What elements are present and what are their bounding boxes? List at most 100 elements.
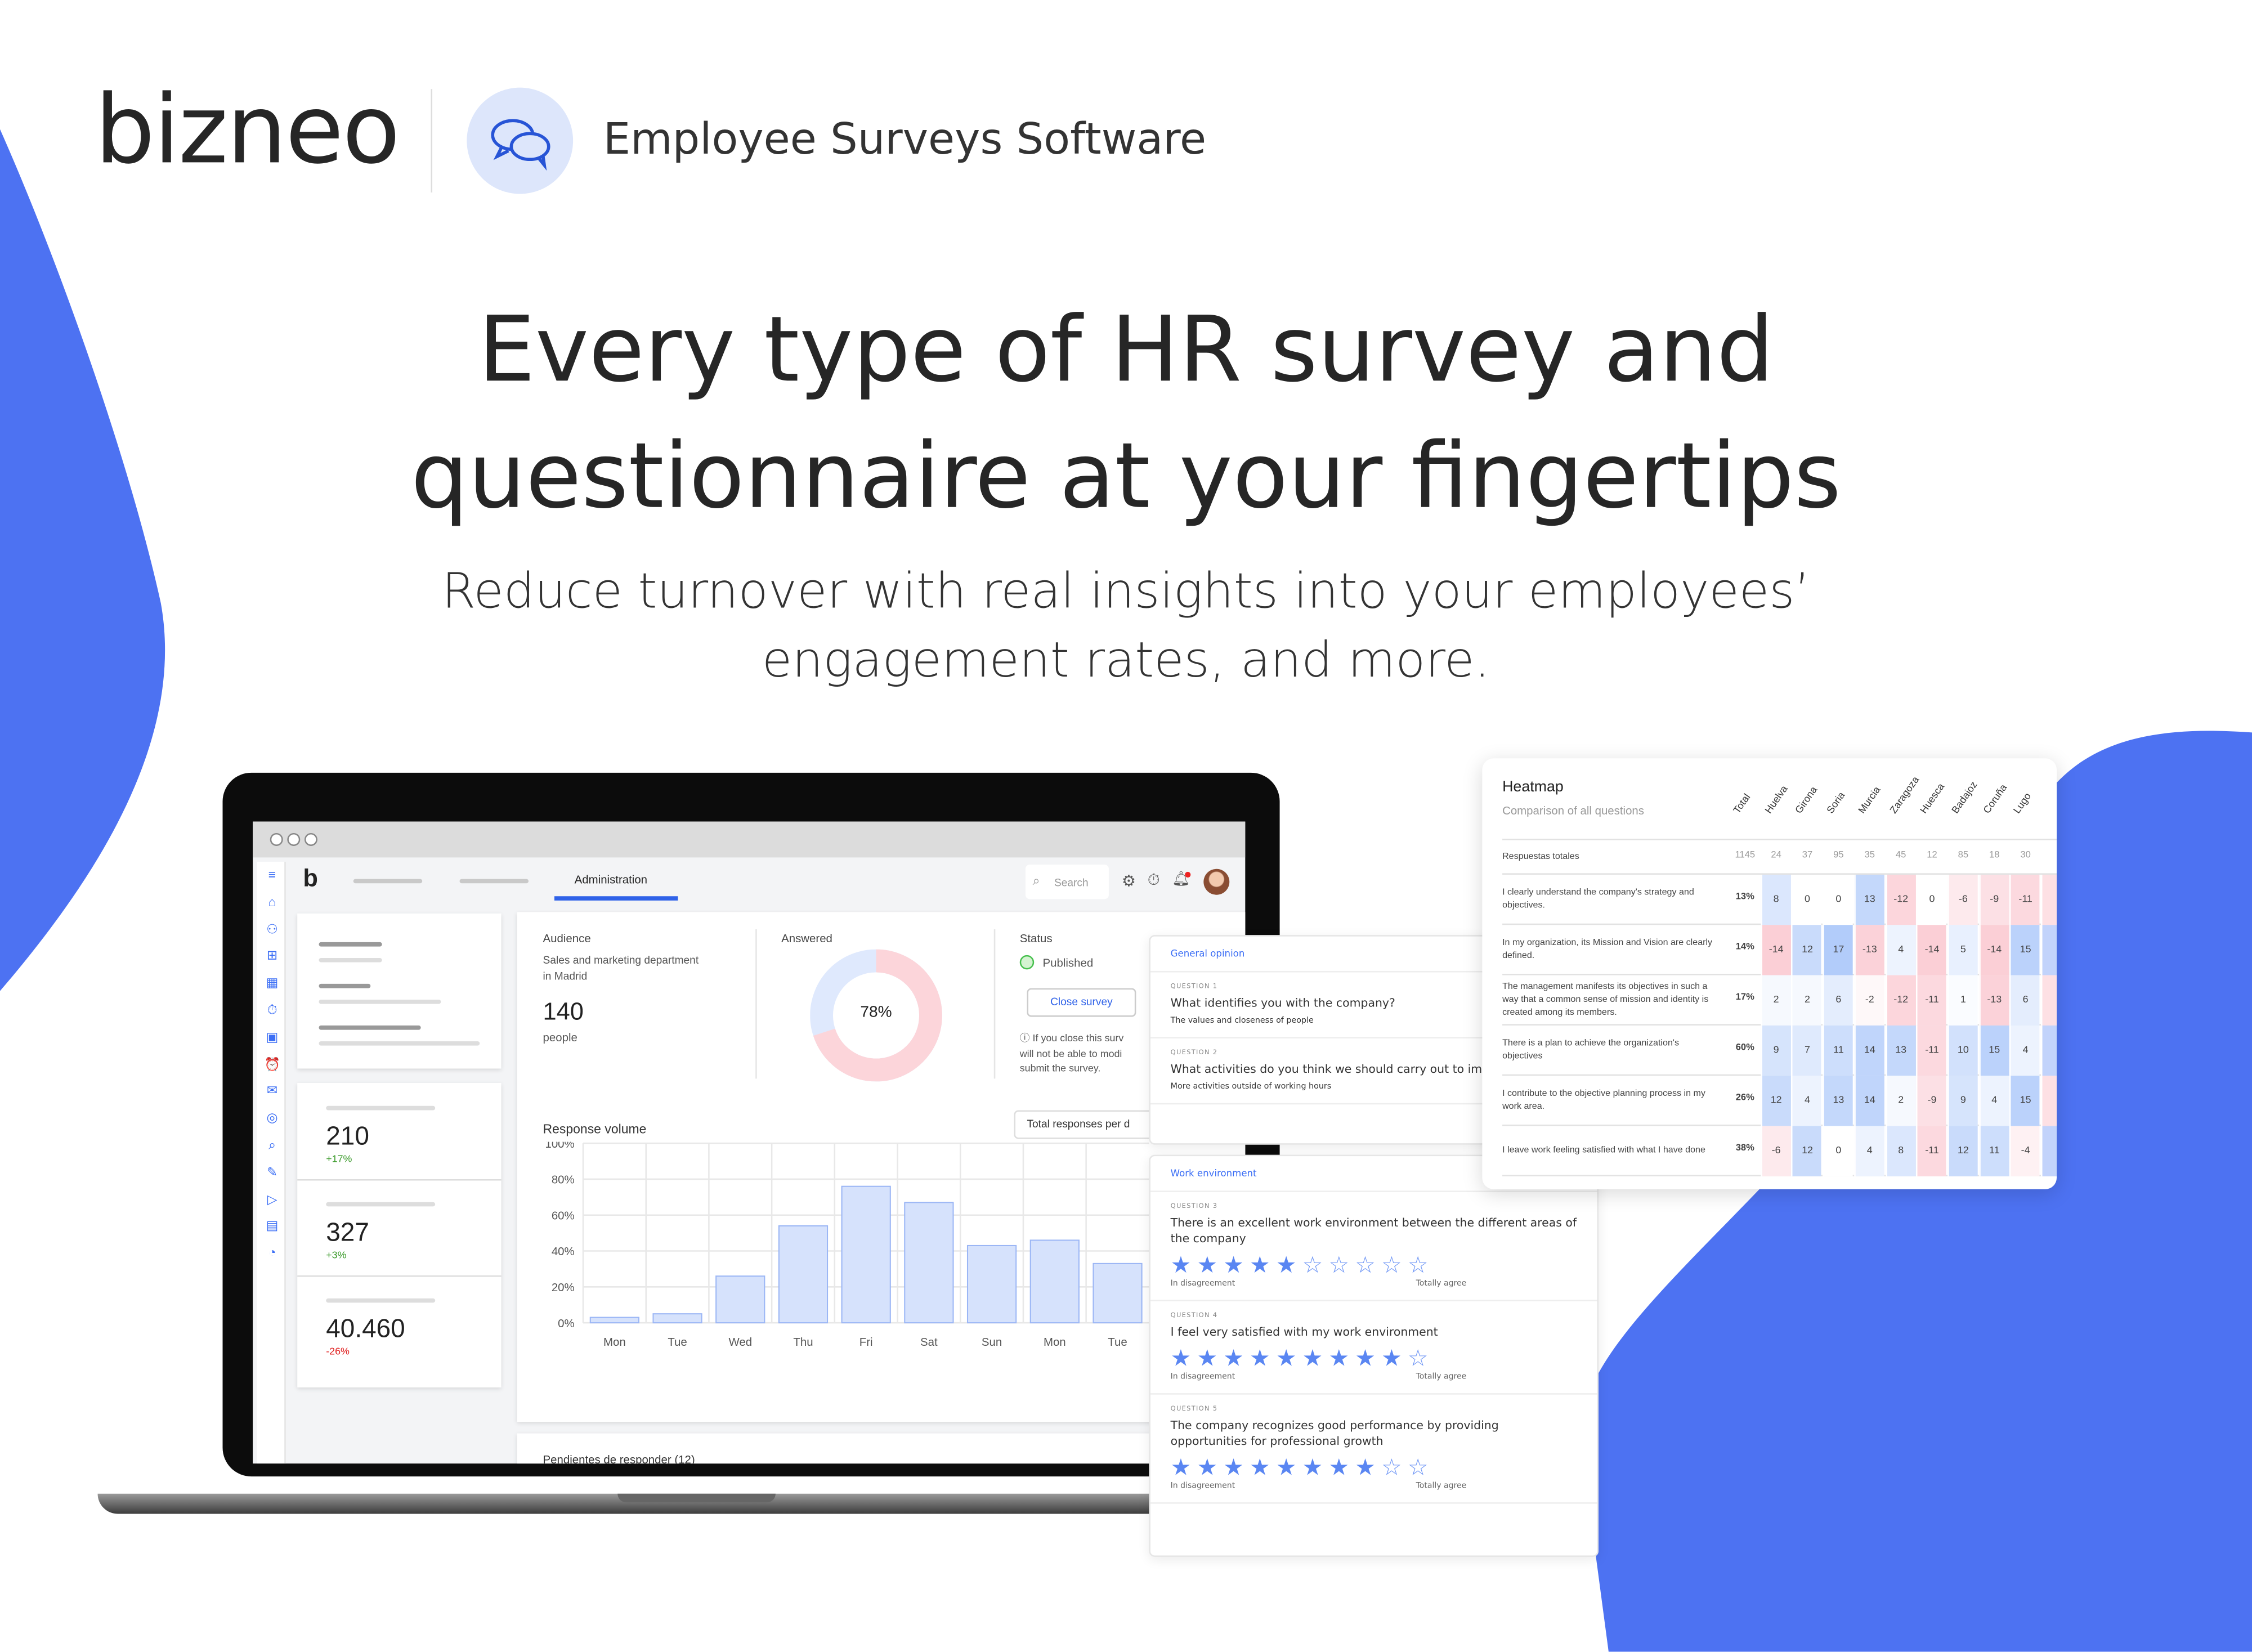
heatmap-cell: -6	[1760, 1126, 1791, 1176]
heatmap-row: There is a plan to achieve the organizat…	[1502, 1025, 2057, 1076]
window-close-button[interactable]	[270, 832, 283, 846]
gear-icon[interactable]: ⚙	[1122, 872, 1136, 890]
heatmap-cell: 10	[1947, 1025, 1978, 1076]
survey-icon[interactable]: ⌕	[265, 1138, 280, 1153]
star-empty-icon[interactable]: ☆	[1408, 1346, 1429, 1370]
search-input[interactable]: ⌕ Search	[1025, 865, 1109, 899]
play-icon[interactable]: ▷	[265, 1192, 280, 1207]
menu-icon[interactable]: ≡	[265, 867, 280, 883]
star-empty-icon[interactable]: ☆	[1328, 1253, 1349, 1277]
total-responses-cell: 24	[1760, 850, 1791, 861]
star-empty-icon[interactable]: ☆	[1381, 1456, 1402, 1479]
heatmap-row: I clearly understand the company's strat…	[1502, 874, 2057, 925]
star-filled-icon[interactable]: ★	[1223, 1253, 1244, 1277]
calendar-icon[interactable]: ▦	[265, 975, 280, 991]
star-filled-icon[interactable]: ★	[1250, 1456, 1270, 1479]
stopwatch-icon[interactable]: ⏱	[1148, 872, 1160, 890]
star-filled-icon[interactable]: ★	[1355, 1346, 1376, 1370]
star-rating[interactable]: ★ ★ ★ ★ ★ ★ ★ ★ ☆ ☆	[1171, 1456, 1577, 1479]
heatmap-cell: 13	[1885, 1025, 1915, 1076]
heatmap-cell: 2	[1791, 975, 1822, 1026]
star-filled-icon[interactable]: ★	[1197, 1253, 1217, 1277]
scale-high-label: Totally agree	[1416, 1373, 1467, 1382]
nav-tab-placeholder[interactable]	[459, 879, 529, 884]
divider	[755, 929, 757, 1079]
home-icon[interactable]: ⌂	[265, 894, 280, 910]
app-logo[interactable]: b	[303, 865, 318, 893]
star-filled-icon[interactable]: ★	[1276, 1253, 1297, 1277]
star-empty-icon[interactable]: ☆	[1408, 1253, 1429, 1277]
star-filled-icon[interactable]: ★	[1250, 1253, 1270, 1277]
question-item: QUESTION 5 The company recognizes good pe…	[1150, 1395, 1597, 1504]
star-filled-icon[interactable]: ★	[1250, 1346, 1270, 1370]
nav-tab-placeholder[interactable]	[353, 879, 423, 884]
rating-scale: In disagreement Totally agree	[1171, 1373, 1467, 1381]
tab-administration[interactable]: Administration	[575, 873, 647, 886]
star-empty-icon[interactable]: ☆	[1381, 1253, 1402, 1277]
heatmap-column-header: Zaragoza	[1888, 775, 1921, 816]
placeholder-line	[319, 1041, 480, 1046]
survey-card-work: Work environment QUESTION 3 There is an ex…	[1149, 1154, 1599, 1557]
answered-label: Answered	[781, 932, 832, 946]
note-line: will not be able to modi	[1019, 1049, 1122, 1059]
heatmap-cell: 9	[1760, 1025, 1791, 1076]
window-minimize-button[interactable]	[287, 832, 301, 846]
star-filled-icon[interactable]: ★	[1171, 1456, 1192, 1479]
summary-card	[297, 913, 502, 1069]
question-number: QUESTION 3	[1170, 1203, 1218, 1211]
star-filled-icon[interactable]: ★	[1223, 1346, 1244, 1370]
star-filled-icon[interactable]: ★	[1197, 1346, 1217, 1370]
alarm-icon[interactable]: ⏰	[265, 1056, 281, 1072]
star-filled-icon[interactable]: ★	[1381, 1346, 1402, 1370]
org-chart-icon[interactable]: ⊞	[265, 948, 280, 964]
star-filled-icon[interactable]: ★	[1171, 1346, 1192, 1370]
heatmap-total-percent: 17%	[1729, 992, 1759, 1003]
star-empty-icon[interactable]: ☆	[1408, 1456, 1429, 1479]
star-rating[interactable]: ★ ★ ★ ★ ★ ☆ ☆ ☆ ☆ ☆	[1171, 1253, 1577, 1277]
training-icon[interactable]: ✎	[265, 1165, 280, 1180]
star-filled-icon[interactable]: ★	[1171, 1253, 1192, 1277]
close-survey-button[interactable]: Close survey	[1027, 988, 1136, 1017]
heatmap-cell: 6	[1823, 975, 1853, 1026]
star-empty-icon[interactable]: ☆	[1302, 1253, 1323, 1277]
chart-metric-dropdown[interactable]: Total responses per d	[1014, 1110, 1172, 1139]
star-filled-icon[interactable]: ★	[1302, 1346, 1323, 1370]
heatmap-cell: 7	[1791, 1025, 1822, 1076]
bar-fri	[841, 1185, 891, 1324]
total-responses-cell: 95	[1823, 850, 1853, 861]
star-filled-icon[interactable]: ★	[1328, 1456, 1349, 1479]
star-filled-icon[interactable]: ★	[1355, 1456, 1376, 1479]
star-filled-icon[interactable]: ★	[1302, 1456, 1323, 1479]
heatmap-total-percent: 60%	[1729, 1042, 1759, 1053]
chat-icon[interactable]: ✉	[265, 1084, 280, 1099]
laptop-notch	[617, 1493, 776, 1503]
star-empty-icon[interactable]: ☆	[1355, 1253, 1376, 1277]
heatmap-cell-clipped	[2040, 975, 2057, 1026]
heatmap-total-percent: 13%	[1729, 892, 1759, 902]
x-tick-label: Fri	[859, 1336, 873, 1349]
star-rating[interactable]: ★ ★ ★ ★ ★ ★ ★ ★ ★ ☆	[1171, 1346, 1577, 1370]
heatmap-question: The management manifests its objectives …	[1502, 982, 1709, 1018]
window-maximize-button[interactable]	[304, 832, 317, 846]
chat-bubbles-icon	[467, 87, 574, 194]
people-icon[interactable]: ⚇	[265, 921, 280, 937]
heatmap-row: The management manifests its objectives …	[1502, 975, 2057, 1026]
meeting-icon[interactable]: ▤	[265, 1219, 280, 1234]
star-filled-icon[interactable]: ★	[1328, 1346, 1349, 1370]
heatmap-row: In my organization, its Mission and Visi…	[1502, 925, 2057, 975]
target-icon[interactable]: ◎	[265, 1111, 280, 1126]
star-filled-icon[interactable]: ★	[1276, 1456, 1297, 1479]
pie-chart-icon[interactable]: ◔	[265, 1246, 280, 1261]
heatmap-question: I contribute to the objective planning p…	[1502, 1089, 1705, 1112]
star-filled-icon[interactable]: ★	[1276, 1346, 1297, 1370]
id-card-icon[interactable]: ▣	[265, 1029, 280, 1045]
heatmap-cell-clipped	[2040, 1076, 2057, 1126]
star-filled-icon[interactable]: ★	[1197, 1456, 1217, 1479]
star-filled-icon[interactable]: ★	[1223, 1456, 1244, 1479]
heatmap-column-header: Coruña	[1981, 783, 2009, 816]
timer-icon[interactable]: ⏱	[265, 1002, 280, 1018]
page: bizneo Employee Surveys Software Every t…	[0, 0, 2252, 1652]
placeholder-line	[319, 999, 441, 1004]
status-label: Status	[1019, 932, 1053, 946]
user-avatar[interactable]	[1203, 868, 1230, 895]
